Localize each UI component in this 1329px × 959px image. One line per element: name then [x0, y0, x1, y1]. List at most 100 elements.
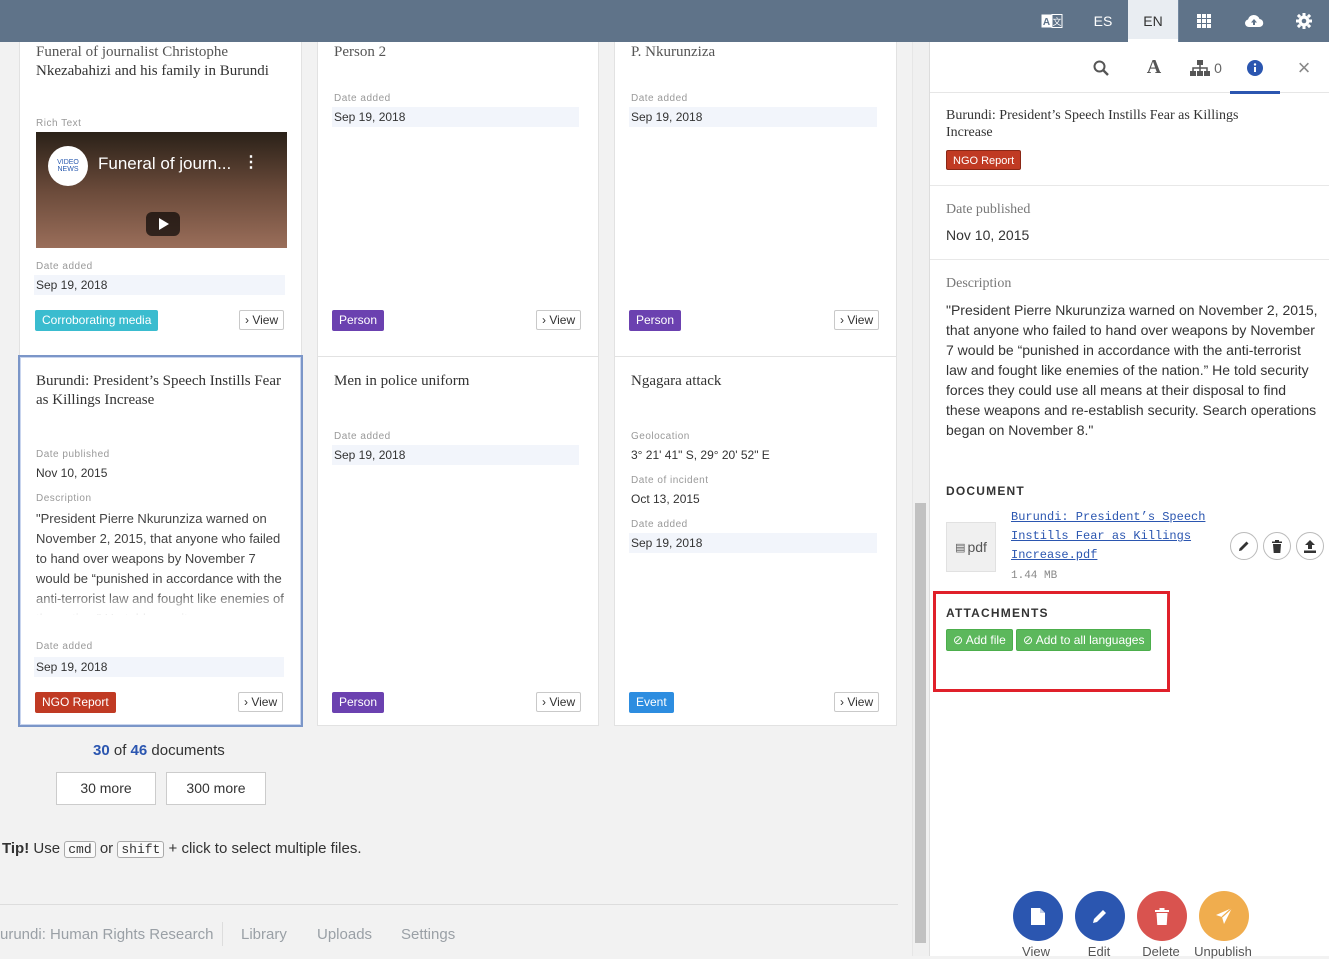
template-badge: NGO Report	[35, 692, 116, 713]
date-added-value: Sep 19, 2018	[332, 107, 579, 127]
date-added-value: Sep 19, 2018	[629, 533, 877, 553]
view-button[interactable]: › View	[238, 692, 284, 712]
play-icon[interactable]	[146, 212, 180, 236]
date-added-value: Sep 19, 2018	[34, 275, 285, 295]
document-card[interactable]: Funeral of journalist Christophe Nkezaba…	[19, 42, 302, 384]
unpublish-document-button[interactable]	[1199, 891, 1249, 941]
date-added-label: Date added	[334, 431, 391, 442]
footer-divider	[0, 904, 898, 905]
video-title: Funeral of journ...	[98, 154, 232, 173]
trash-icon	[1155, 907, 1169, 925]
language-en-button[interactable]: EN	[1128, 0, 1178, 42]
delete-label: Delete	[1142, 944, 1180, 959]
date-of-incident-label: Date of incident	[631, 475, 709, 486]
shift-key: shift	[117, 841, 165, 858]
view-document-button[interactable]	[1013, 891, 1063, 941]
card-title: Burundi: President’s Speech Instills Fea…	[36, 373, 281, 408]
date-published-label: Date published	[36, 449, 110, 460]
chevron-right-icon: ›	[542, 695, 546, 709]
translate-icon[interactable]: A文	[1033, 0, 1071, 42]
date-added-label: Date added	[334, 93, 391, 104]
document-card[interactable]: Person 2 Date added Sep 19, 2018 Person …	[317, 42, 599, 384]
card-title: Nkezabahizi and his family in Burundi	[36, 63, 269, 79]
date-added-label: Date added	[36, 641, 93, 652]
card-title: Ngagara attack	[631, 373, 722, 389]
chevron-right-icon: ›	[840, 695, 844, 709]
scrollbar-thumb[interactable]	[915, 503, 926, 943]
description-label: Description	[36, 493, 92, 504]
delete-document-button[interactable]	[1137, 891, 1187, 941]
description-text: "President Pierre Nkurunziza warned on N…	[946, 302, 1318, 438]
more-vertical-icon[interactable]: ⋮	[243, 152, 259, 172]
panel-template-badge: NGO Report	[946, 150, 1022, 170]
date-added-value: Sep 19, 2018	[34, 657, 284, 677]
multi-select-tip: Tip! Use cmd or shift + click to select …	[2, 840, 362, 858]
view-button[interactable]: › View	[239, 310, 285, 330]
paper-plane-icon	[1216, 907, 1233, 924]
date-published-label: Date published	[946, 202, 1031, 217]
view-button[interactable]: › View	[834, 310, 880, 330]
pdf-thumbnail[interactable]: ▤ pdf	[946, 522, 996, 572]
file-icon	[1031, 907, 1045, 925]
pencil-icon	[1093, 910, 1106, 923]
date-published-value: Nov 10, 2015	[36, 466, 108, 480]
view-button[interactable]: › View	[536, 310, 582, 330]
divider	[930, 259, 1329, 260]
cloud-upload-icon[interactable]	[1234, 0, 1274, 42]
top-navbar: A文 ES EN	[0, 0, 1329, 42]
date-added-label: Date added	[631, 519, 688, 530]
document-card[interactable]: P. Nkurunziza Date added Sep 19, 2018 Pe…	[614, 42, 897, 384]
language-es-button[interactable]: ES	[1080, 0, 1126, 42]
view-button[interactable]: › View	[834, 692, 880, 712]
settings-gear-icon[interactable]	[1284, 0, 1324, 42]
view-button[interactable]: › View	[536, 692, 582, 712]
info-icon	[1247, 59, 1263, 76]
delete-file-button[interactable]	[1263, 532, 1291, 560]
document-count: 30 of 46 documents	[93, 742, 225, 759]
date-added-label: Date added	[631, 93, 688, 104]
geolocation-label: Geolocation	[631, 431, 690, 442]
card-title: Men in police uniform	[334, 373, 470, 389]
library-grid-icon[interactable]	[1184, 0, 1224, 42]
text-font-icon[interactable]: A	[1135, 42, 1173, 93]
edit-file-button[interactable]	[1230, 532, 1258, 560]
document-card-selected[interactable]: Burundi: President’s Speech Instills Fea…	[18, 355, 303, 727]
card-title-partial: Funeral of journalist Christophe	[36, 44, 229, 60]
svg-text:文: 文	[1052, 16, 1061, 27]
chevron-right-icon: ›	[542, 313, 546, 327]
sitemap-icon	[1190, 59, 1211, 76]
load-300-more-button[interactable]: 300 more	[166, 772, 266, 805]
edit-document-button[interactable]	[1075, 891, 1125, 941]
video-thumbnail[interactable]: VIDEO NEWS Funeral of journ... ⋮	[36, 132, 287, 248]
upload-replace-file-button[interactable]	[1296, 532, 1324, 560]
connections-tab[interactable]: 0	[1182, 42, 1230, 93]
chevron-right-icon: ›	[840, 313, 844, 327]
footer-uploads-link[interactable]: Uploads	[317, 926, 372, 943]
view-label: View	[1022, 944, 1050, 959]
info-tab[interactable]	[1230, 42, 1280, 94]
pdf-file-link[interactable]: Burundi: President’s Speech Instills Fea…	[1011, 508, 1211, 565]
search-icon[interactable]	[1082, 42, 1120, 93]
document-heading: DOCUMENT	[946, 484, 1025, 498]
footer-settings-link[interactable]: Settings	[401, 926, 455, 943]
panel-document-title: Burundi: President’s Speech Instills Fea…	[946, 108, 1239, 140]
load-30-more-button[interactable]: 30 more	[56, 772, 156, 805]
card-title-partial: Person 2	[334, 44, 387, 60]
divider	[1178, 0, 1179, 42]
card-title-partial: P. Nkurunziza	[631, 44, 716, 60]
document-card[interactable]: Men in police uniform Date added Sep 19,…	[317, 356, 599, 726]
connections-count: 0	[1214, 59, 1222, 76]
document-card[interactable]: Ngagara attack Geolocation 3° 21' 41" S,…	[614, 356, 897, 726]
template-badge: Person	[332, 692, 385, 713]
side-panel-tabs: A 0 ×	[930, 42, 1329, 94]
cmd-key: cmd	[64, 841, 96, 858]
template-badge: Event	[629, 692, 674, 713]
close-icon[interactable]: ×	[1285, 42, 1323, 93]
description-fade	[36, 591, 288, 617]
template-badge: Person	[332, 310, 385, 331]
footer-library-link[interactable]: Library	[241, 926, 287, 943]
rich-text-label: Rich Text	[36, 118, 82, 129]
footer-site-link[interactable]: urundi: Human Rights Research	[0, 926, 213, 943]
metadata-side-panel: A 0 × Burundi: President’s Speech Instil…	[929, 42, 1329, 959]
date-added-label: Date added	[36, 261, 93, 272]
